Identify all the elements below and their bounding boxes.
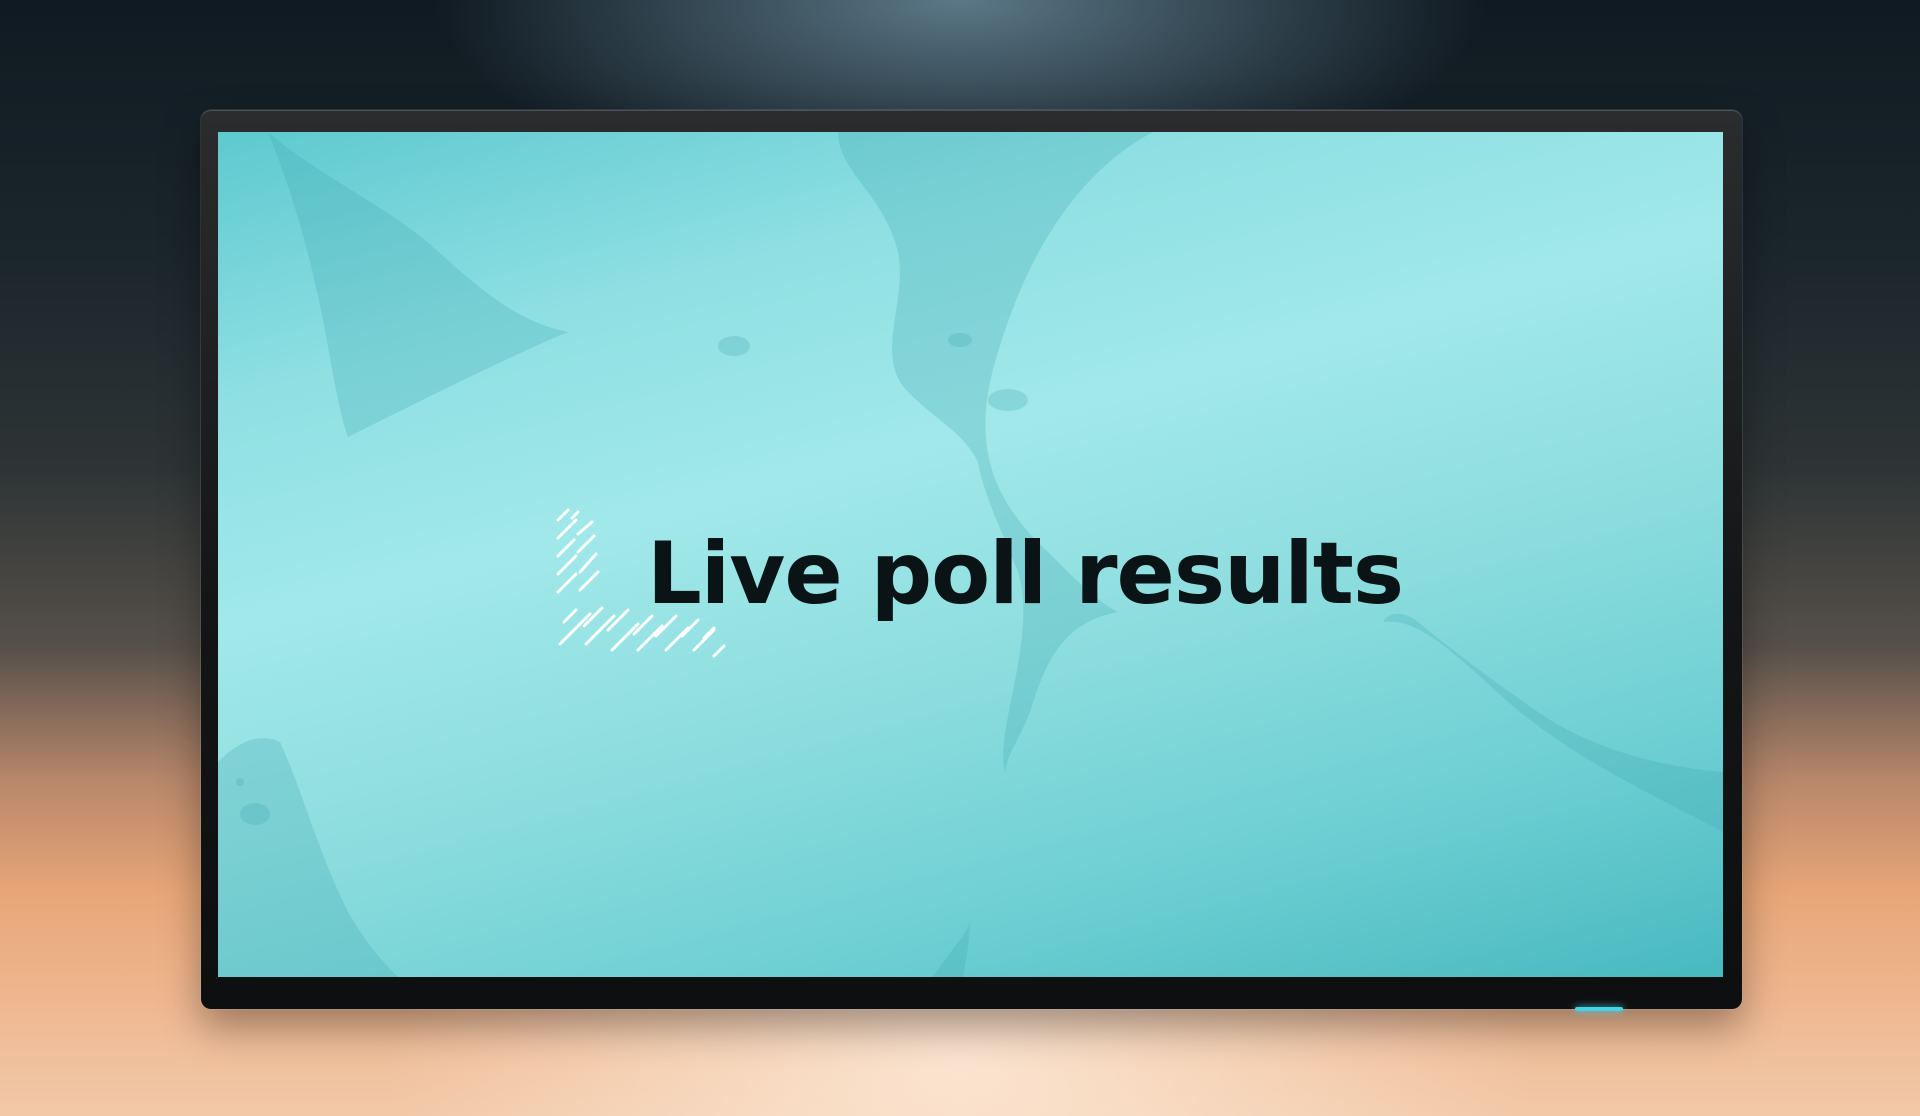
title-block: Live poll results bbox=[554, 504, 1454, 684]
bg-blob-1 bbox=[718, 336, 750, 356]
screen-display: Live poll results bbox=[218, 132, 1723, 977]
power-led-indicator bbox=[1575, 1007, 1623, 1011]
monitor: Live poll results bbox=[201, 110, 1742, 1011]
desktop-background: { "screen": { "title": "Live poll result… bbox=[0, 0, 1920, 1116]
bg-blob-4 bbox=[240, 803, 270, 825]
bg-shape-bottom-left bbox=[218, 738, 398, 977]
slide-title: Live poll results bbox=[647, 524, 1404, 624]
bg-blob-5 bbox=[236, 778, 244, 786]
bg-shape-bottom-spike bbox=[933, 922, 970, 977]
bg-shape-top-left bbox=[268, 132, 568, 437]
bg-blob-2 bbox=[948, 333, 972, 347]
bg-blob-3 bbox=[988, 389, 1028, 411]
